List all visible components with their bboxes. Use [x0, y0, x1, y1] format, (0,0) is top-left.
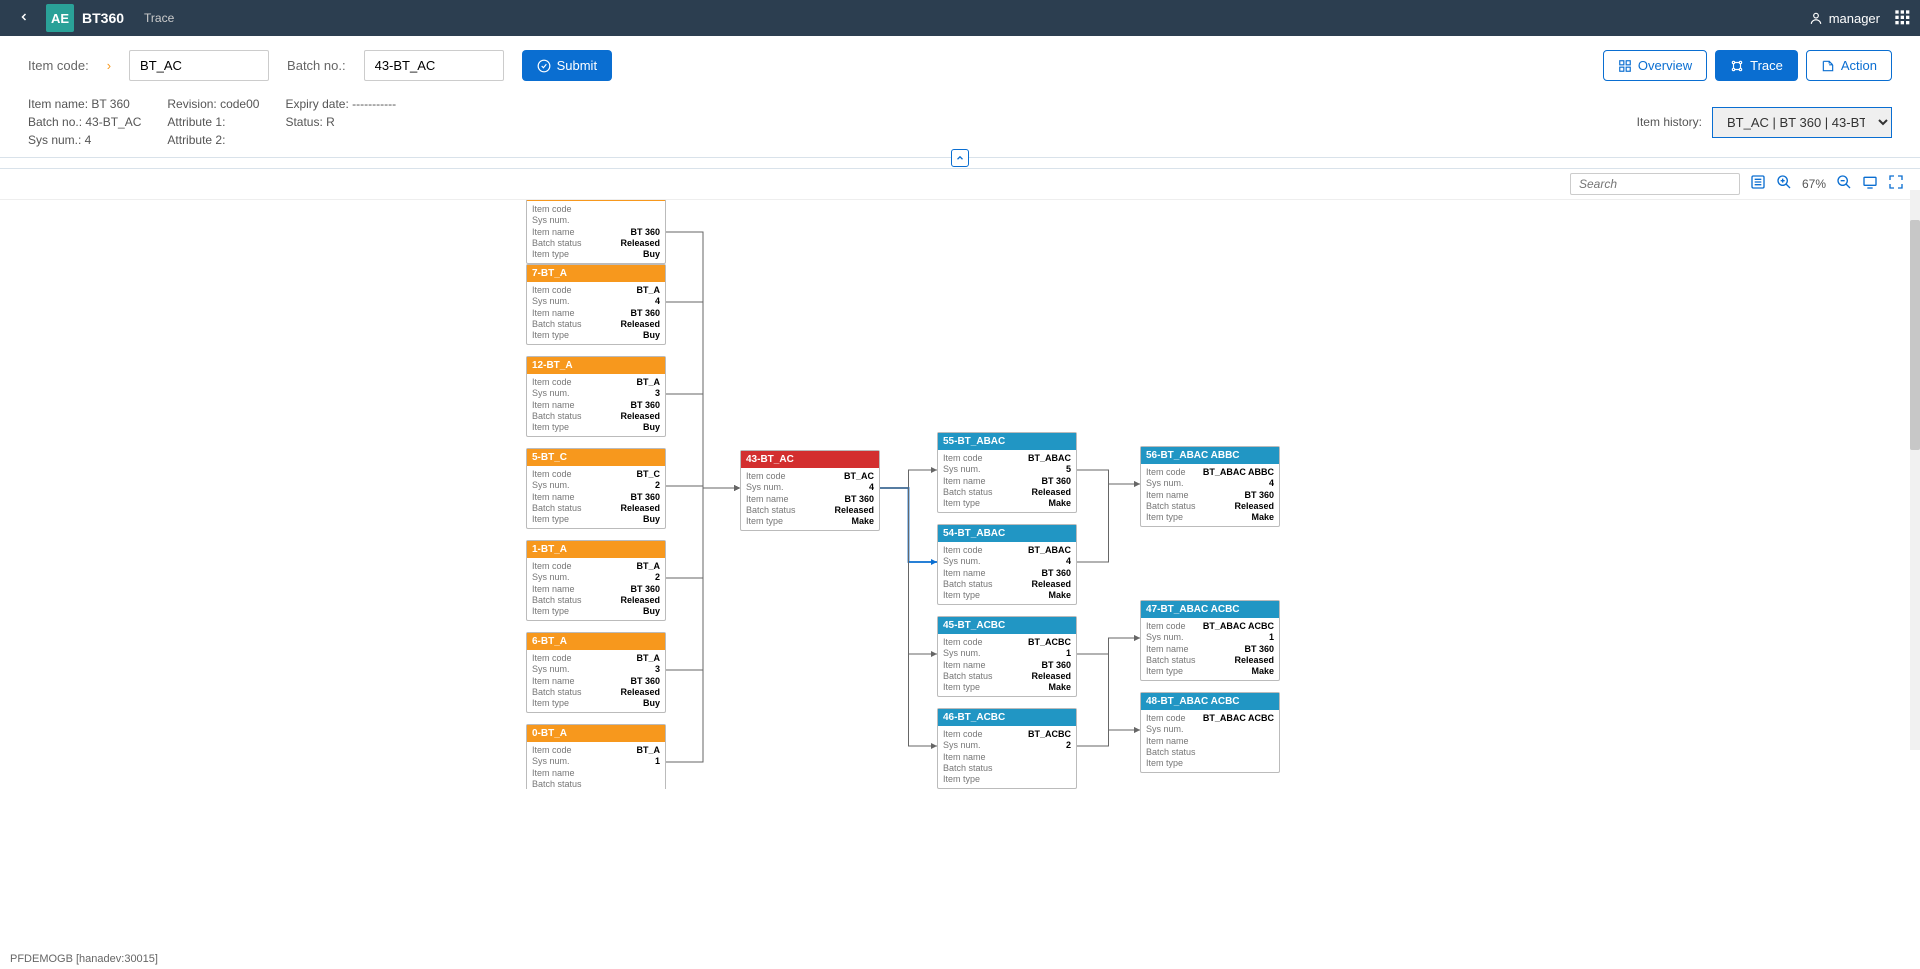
trace-node[interactable]: 46-BT_ACBCItem codeBT_ACBCSys num.2Item …	[937, 708, 1077, 789]
trace-node[interactable]: 45-BT_ACBCItem codeBT_ACBCSys num.1Item …	[937, 616, 1077, 697]
submit-button[interactable]: Submit	[522, 50, 612, 81]
list-icon[interactable]	[1750, 174, 1766, 194]
chevron-up-icon	[955, 153, 965, 163]
detail-row: Item name: BT 360 Batch no.: 43-BT_AC Sy…	[0, 95, 1920, 157]
back-button[interactable]	[10, 7, 38, 30]
detail-item-name: Item name: BT 360	[28, 95, 141, 113]
search-box[interactable]	[1570, 173, 1740, 195]
scrollbar-thumb[interactable]	[1910, 220, 1920, 450]
panel-divider	[0, 157, 1920, 169]
detail-revision: Revision: code00	[167, 95, 259, 113]
parameter-bar: Item code: › Batch no.: Submit Overview …	[0, 36, 1920, 95]
zoom-percent: 67%	[1802, 177, 1826, 191]
zoom-out-icon[interactable]	[1836, 174, 1852, 194]
status-bar: PFDEMOGB [hanadev:30015]	[0, 949, 1920, 969]
fullscreen-icon[interactable]	[1888, 174, 1904, 194]
topbar: AE BT360 Trace manager	[0, 0, 1920, 36]
action-button[interactable]: Action	[1806, 50, 1892, 81]
trace-node[interactable]: 43-BT_ACItem codeBT_ACSys num.4Item name…	[740, 450, 880, 531]
trace-node[interactable]: 5-BT_CItem codeBT_CSys num.2Item nameBT …	[526, 448, 666, 529]
trace-node[interactable]: 48-BT_ABAC ACBCItem codeBT_ABAC ACBCSys …	[1140, 692, 1280, 773]
apps-grid-icon[interactable]	[1894, 9, 1910, 28]
detail-batch-no: Batch no.: 43-BT_AC	[28, 113, 141, 131]
canvas-toolbar: 67%	[0, 169, 1920, 199]
detail-expiry: Expiry date: -----------	[285, 95, 396, 113]
app-title: BT360	[82, 10, 124, 26]
item-code-label: Item code:	[28, 58, 89, 73]
fit-screen-icon[interactable]	[1862, 174, 1878, 194]
item-history-label: Item history:	[1637, 115, 1702, 129]
trace-node[interactable]: 55-BT_ABACItem codeBT_ABACSys num.5Item …	[937, 432, 1077, 513]
app-logo: AE	[46, 4, 74, 32]
app-section: Trace	[144, 11, 174, 25]
overview-button[interactable]: Overview	[1603, 50, 1707, 81]
search-input[interactable]	[1579, 177, 1736, 191]
detail-sys-num: Sys num.: 4	[28, 131, 141, 149]
item-code-input[interactable]	[129, 50, 269, 81]
trace-node[interactable]: 0-BT_AItem codeBT_ASys num.1Item nameBat…	[526, 724, 666, 789]
canvas-area[interactable]: Item codeSys num.Item nameBT 360Batch st…	[0, 199, 1920, 789]
trace-node[interactable]: Item codeSys num.Item nameBT 360Batch st…	[526, 199, 666, 264]
trace-node[interactable]: 54-BT_ABACItem codeBT_ABACSys num.4Item …	[937, 524, 1077, 605]
trace-node[interactable]: 6-BT_AItem codeBT_ASys num.3Item nameBT …	[526, 632, 666, 713]
collapse-handle[interactable]	[951, 149, 969, 167]
trace-node[interactable]: 47-BT_ABAC ACBCItem codeBT_ABAC ACBCSys …	[1140, 600, 1280, 681]
user-icon	[1809, 11, 1823, 25]
trace-button[interactable]: Trace	[1715, 50, 1798, 81]
detail-attribute1: Attribute 1:	[167, 113, 259, 131]
trace-node[interactable]: 12-BT_AItem codeBT_ASys num.3Item nameBT…	[526, 356, 666, 437]
check-circle-icon	[537, 59, 551, 73]
batch-no-input[interactable]	[364, 50, 504, 81]
user-menu[interactable]: manager	[1809, 11, 1880, 26]
trace-node[interactable]: 56-BT_ABAC ABBCItem codeBT_ABAC ABBCSys …	[1140, 446, 1280, 527]
grid-icon	[1618, 59, 1632, 73]
scrollbar-vertical[interactable]	[1910, 190, 1920, 750]
batch-no-label: Batch no.:	[287, 58, 346, 73]
trace-node[interactable]: 1-BT_AItem codeBT_ASys num.2Item nameBT …	[526, 540, 666, 621]
trace-icon	[1730, 59, 1744, 73]
trace-node[interactable]: 7-BT_AItem codeBT_ASys num.4Item nameBT …	[526, 264, 666, 345]
chevron-right-icon: ›	[107, 58, 111, 73]
detail-attribute2: Attribute 2:	[167, 131, 259, 149]
export-icon	[1821, 59, 1835, 73]
zoom-in-icon[interactable]	[1776, 174, 1792, 194]
detail-status: Status: R	[285, 113, 396, 131]
item-history-select[interactable]: BT_AC | BT 360 | 43-BT_AC	[1712, 107, 1892, 138]
